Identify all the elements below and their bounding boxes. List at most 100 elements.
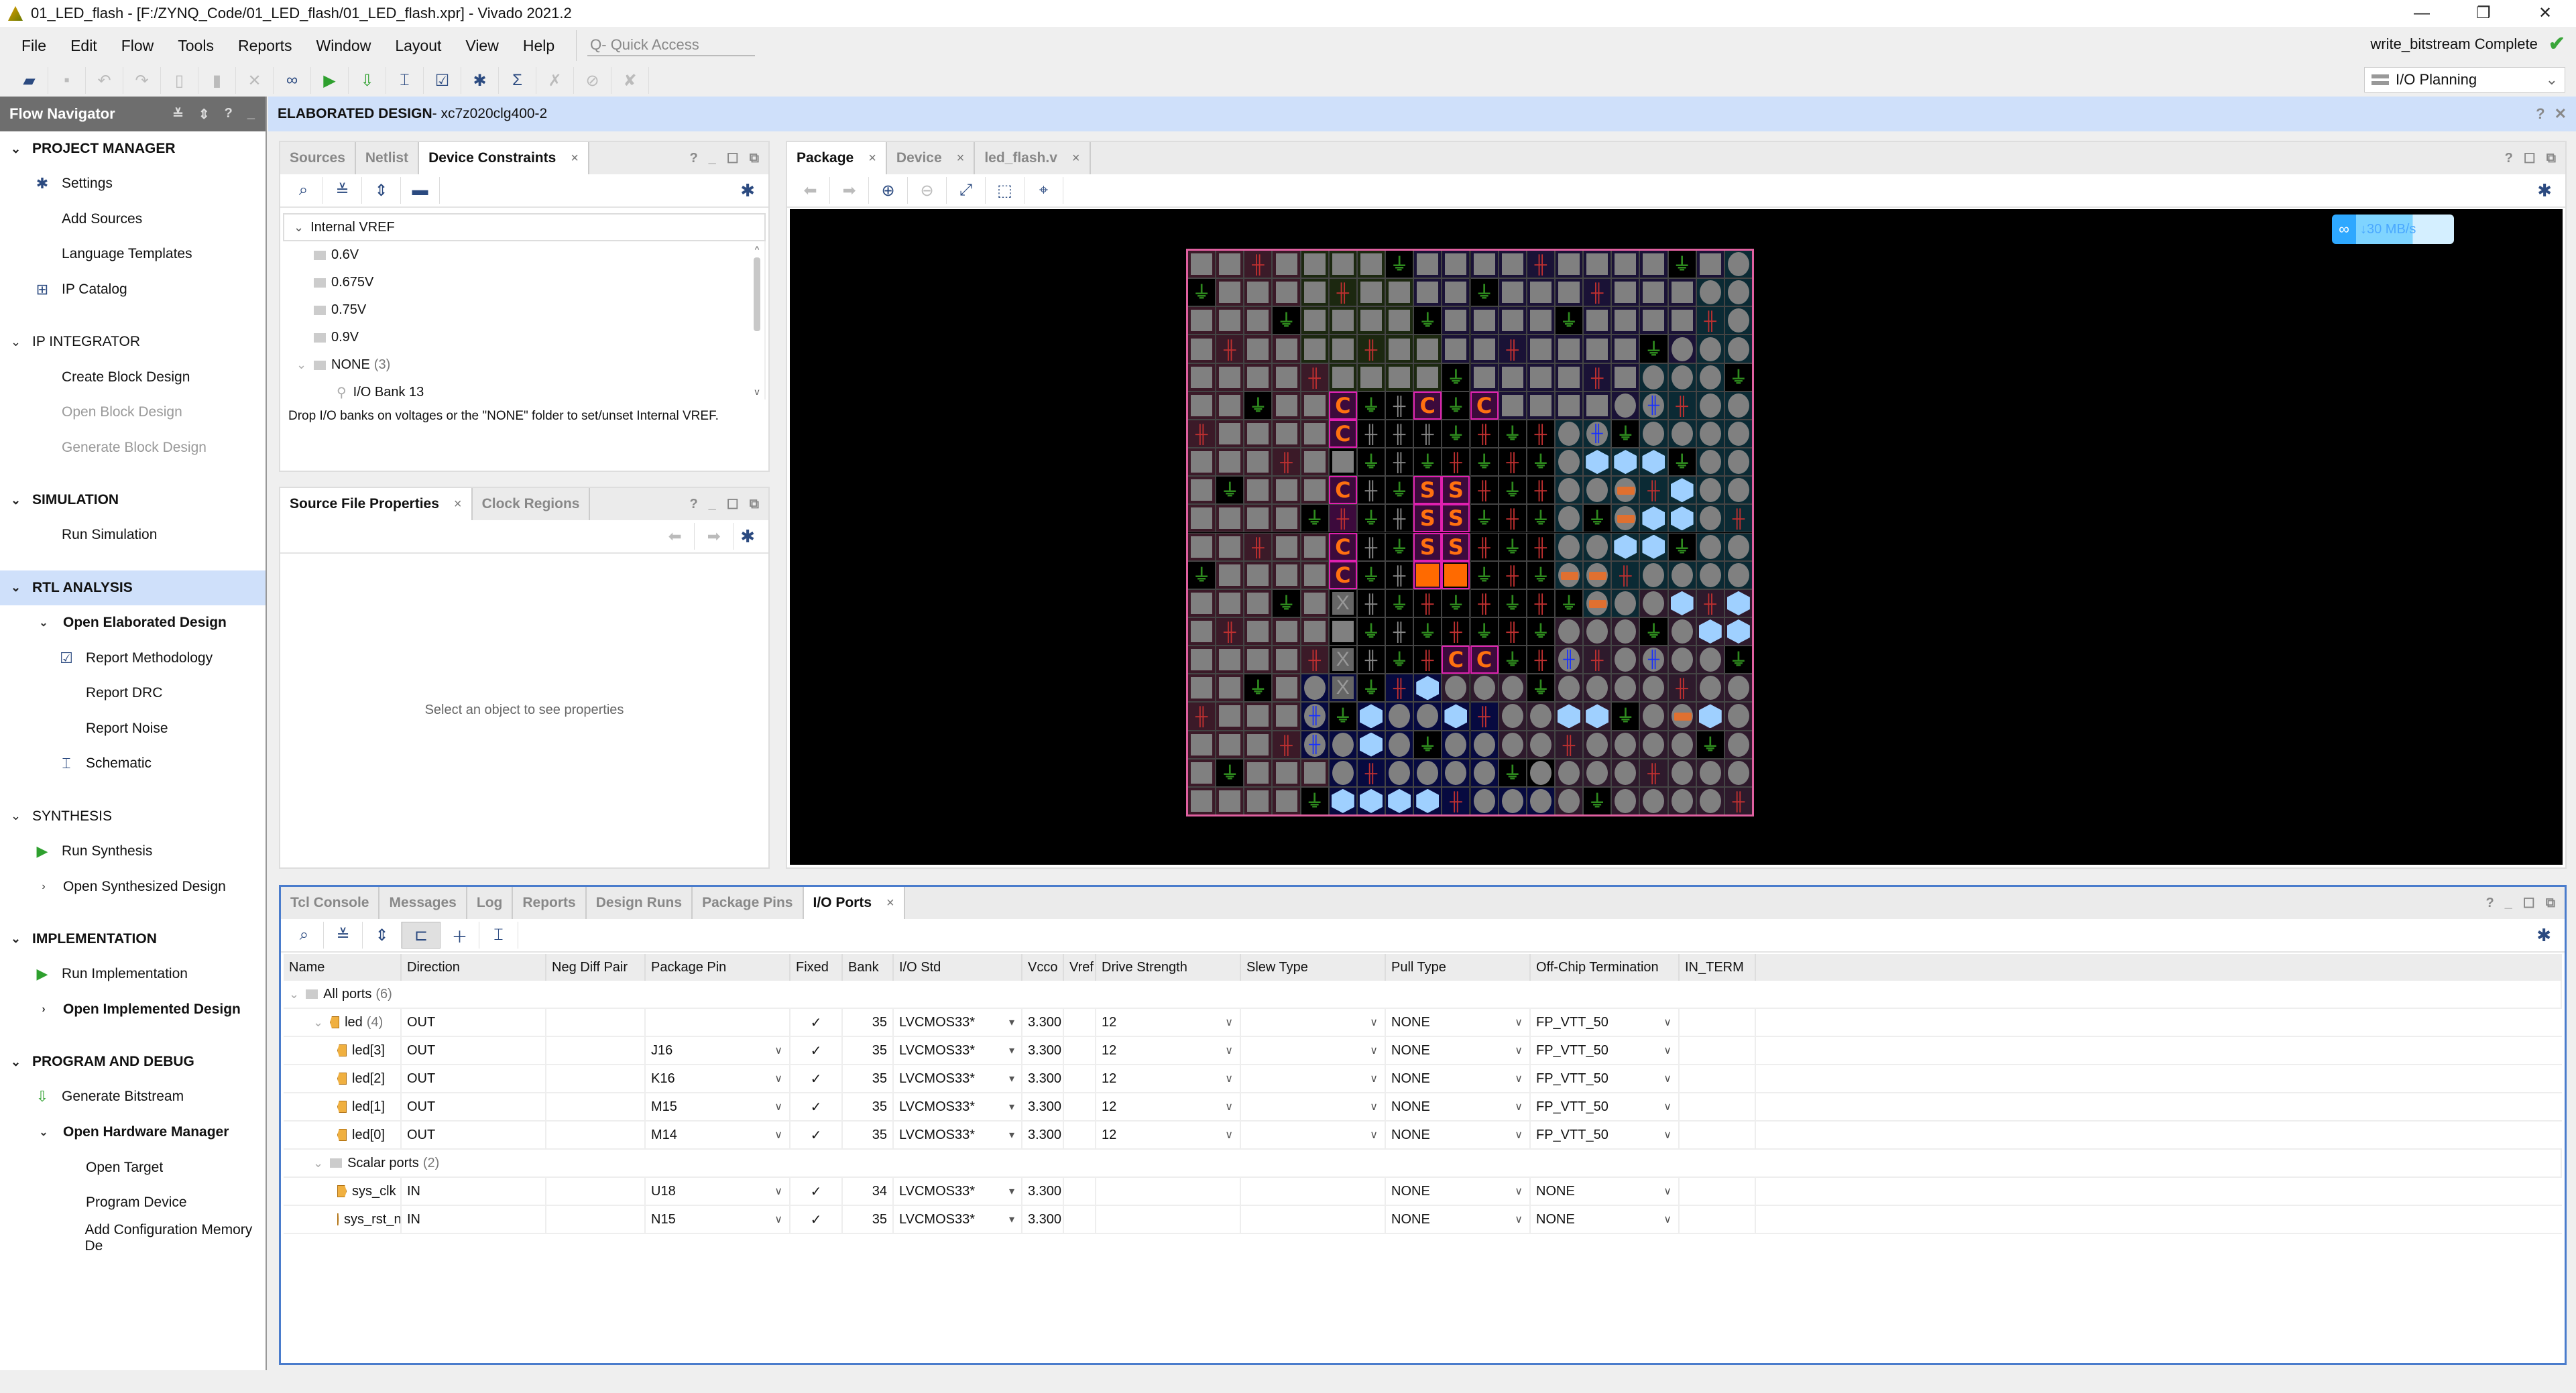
column-header-bank[interactable]: Bank — [843, 954, 894, 981]
cell-iostd[interactable]: LVCMOS33* ▾ — [894, 1178, 1022, 1205]
package-pin[interactable] — [1356, 363, 1386, 391]
package-pin[interactable] — [1244, 306, 1273, 335]
package-pin[interactable]: ╫ — [1667, 674, 1696, 703]
schematic-button[interactable]: ⌶ — [386, 67, 424, 94]
tree-header[interactable]: ⌄ Internal VREF — [283, 213, 766, 241]
package-pin[interactable] — [1696, 363, 1724, 391]
flow-item-report-methodology[interactable]: ☑ Report Methodology — [0, 640, 266, 676]
zoom-fit-icon[interactable]: ⤢ — [947, 177, 986, 204]
package-pin[interactable]: ╫ — [1470, 476, 1499, 505]
package-pin[interactable] — [1187, 391, 1216, 420]
help-icon[interactable]: ? — [689, 497, 697, 512]
package-pin[interactable]: ⏚ — [1272, 589, 1301, 617]
package-pin[interactable] — [1611, 674, 1640, 703]
cell-slew[interactable]: ∨ — [1241, 1037, 1386, 1064]
chevron-down-icon[interactable]: ∨ — [1370, 1044, 1378, 1057]
save-button[interactable]: ▪ — [48, 67, 86, 94]
package-pin[interactable]: ╫ — [1216, 335, 1244, 363]
help-icon[interactable]: ? — [2505, 151, 2513, 166]
settings-button[interactable]: ✱ — [461, 67, 499, 94]
package-pin[interactable]: ⏚ — [1470, 504, 1499, 533]
flow-item-ip-catalog[interactable]: ⊞ IP Catalog — [0, 272, 266, 308]
scrollbar-thumb[interactable] — [754, 257, 760, 331]
package-pin[interactable] — [1187, 730, 1216, 759]
undo-button[interactable]: ↶ — [86, 67, 123, 94]
package-pin[interactable] — [1696, 335, 1724, 363]
package-pin[interactable] — [1583, 730, 1612, 759]
package-pin[interactable] — [1356, 786, 1386, 815]
package-pin[interactable] — [1724, 391, 1753, 420]
column-header-package-pin[interactable]: Package Pin — [646, 954, 791, 981]
package-pin[interactable] — [1244, 419, 1273, 448]
layout-select[interactable]: I/O Planning ⌄ — [2364, 67, 2565, 93]
package-pin[interactable] — [1272, 560, 1301, 589]
package-pin[interactable] — [1442, 560, 1470, 589]
cell-pull[interactable]: NONE ∨ — [1386, 1009, 1531, 1036]
package-pin[interactable]: ⏚ — [1498, 589, 1527, 617]
package-pin[interactable]: ╫ — [1385, 391, 1414, 420]
package-pin[interactable] — [1611, 730, 1640, 759]
package-pin[interactable] — [1583, 306, 1612, 335]
package-pin[interactable] — [1272, 532, 1301, 561]
tab-clock-regions[interactable]: Clock Regions — [473, 488, 591, 520]
flow-item-generate-bitstream[interactable]: ⇩ Generate Bitstream — [0, 1079, 266, 1115]
cell-pin[interactable]: K16 ∨ — [646, 1065, 791, 1092]
package-pin[interactable]: ╫ — [1216, 617, 1244, 646]
package-pin[interactable] — [1272, 617, 1301, 646]
paste-button[interactable]: ▮ — [198, 67, 236, 94]
package-pin[interactable] — [1696, 278, 1724, 307]
package-pin[interactable]: ⏚ — [1328, 702, 1357, 731]
package-pin[interactable]: ╫ — [1356, 646, 1386, 674]
run-button[interactable]: ▶ — [311, 67, 349, 94]
flow-item-open-synthesized-design[interactable]: › Open Synthesized Design — [0, 869, 266, 904]
package-pin[interactable] — [1216, 363, 1244, 391]
package-pin[interactable] — [1385, 702, 1414, 731]
package-pin[interactable] — [1498, 363, 1527, 391]
package-pin[interactable]: ⏚ — [1667, 532, 1696, 561]
tab-tcl-console[interactable]: Tcl Console — [281, 887, 380, 919]
cell-slew[interactable]: ∨ — [1241, 1065, 1386, 1092]
column-header-pull-type[interactable]: Pull Type — [1386, 954, 1531, 981]
package-pin[interactable]: ╫ — [1470, 419, 1499, 448]
package-pin[interactable] — [1244, 335, 1273, 363]
package-pin[interactable] — [1526, 702, 1555, 731]
package-pin[interactable] — [1667, 730, 1696, 759]
package-pin[interactable] — [1554, 419, 1584, 448]
package-pin[interactable]: ╫ — [1328, 504, 1357, 533]
collapse-all-icon[interactable]: ≚ — [324, 922, 363, 949]
collapse-all-icon[interactable]: ≚ — [323, 177, 362, 204]
package-pin[interactable]: ╫ — [1639, 646, 1668, 674]
package-pin[interactable] — [1611, 617, 1640, 646]
package-pin[interactable] — [1696, 504, 1724, 533]
close-tab-icon[interactable]: × — [957, 151, 965, 166]
package-pin[interactable]: ⏚ — [1442, 419, 1470, 448]
package-pin[interactable] — [1583, 589, 1612, 617]
package-pin[interactable]: ⏚ — [1356, 504, 1386, 533]
package-pin[interactable] — [1639, 306, 1668, 335]
tool-a-button[interactable]: ✗ — [536, 67, 574, 94]
package-pin[interactable]: ⏚ — [1639, 617, 1668, 646]
package-pin[interactable] — [1385, 786, 1414, 815]
package-pin[interactable]: ⏚ — [1356, 674, 1386, 703]
package-pin[interactable] — [1724, 306, 1753, 335]
cell-iostd[interactable]: LVCMOS33* ▾ — [894, 1037, 1022, 1064]
cell-pull[interactable]: NONE ∨ — [1386, 1122, 1531, 1148]
package-pin[interactable] — [1413, 335, 1442, 363]
package-pin[interactable]: C — [1328, 560, 1357, 589]
package-pin[interactable] — [1724, 702, 1753, 731]
table-row[interactable]: ⌄ led (4) OUT ✓ 35 LVCMOS33* ▾ 3.300 12 ∨ ∨ NONE ∨ FP_… — [284, 1009, 2562, 1037]
package-pin[interactable] — [1300, 476, 1329, 505]
chevron-down-icon[interactable]: ∨ — [774, 1213, 782, 1226]
package-pin[interactable] — [1328, 617, 1357, 646]
package-pin[interactable] — [1187, 250, 1216, 279]
cell-term[interactable]: FP_VTT_50 ∨ — [1531, 1065, 1680, 1092]
package-pin[interactable] — [1385, 278, 1414, 307]
package-pin[interactable]: X — [1328, 589, 1357, 617]
generate-bitstream-button[interactable]: ⇩ — [349, 67, 386, 94]
gear-icon[interactable]: ✱ — [740, 526, 755, 547]
package-pin[interactable] — [1639, 532, 1668, 561]
package-pin[interactable]: ⏚ — [1470, 617, 1499, 646]
package-pin[interactable] — [1216, 532, 1244, 561]
package-pin[interactable] — [1667, 278, 1696, 307]
package-pin[interactable] — [1328, 306, 1357, 335]
